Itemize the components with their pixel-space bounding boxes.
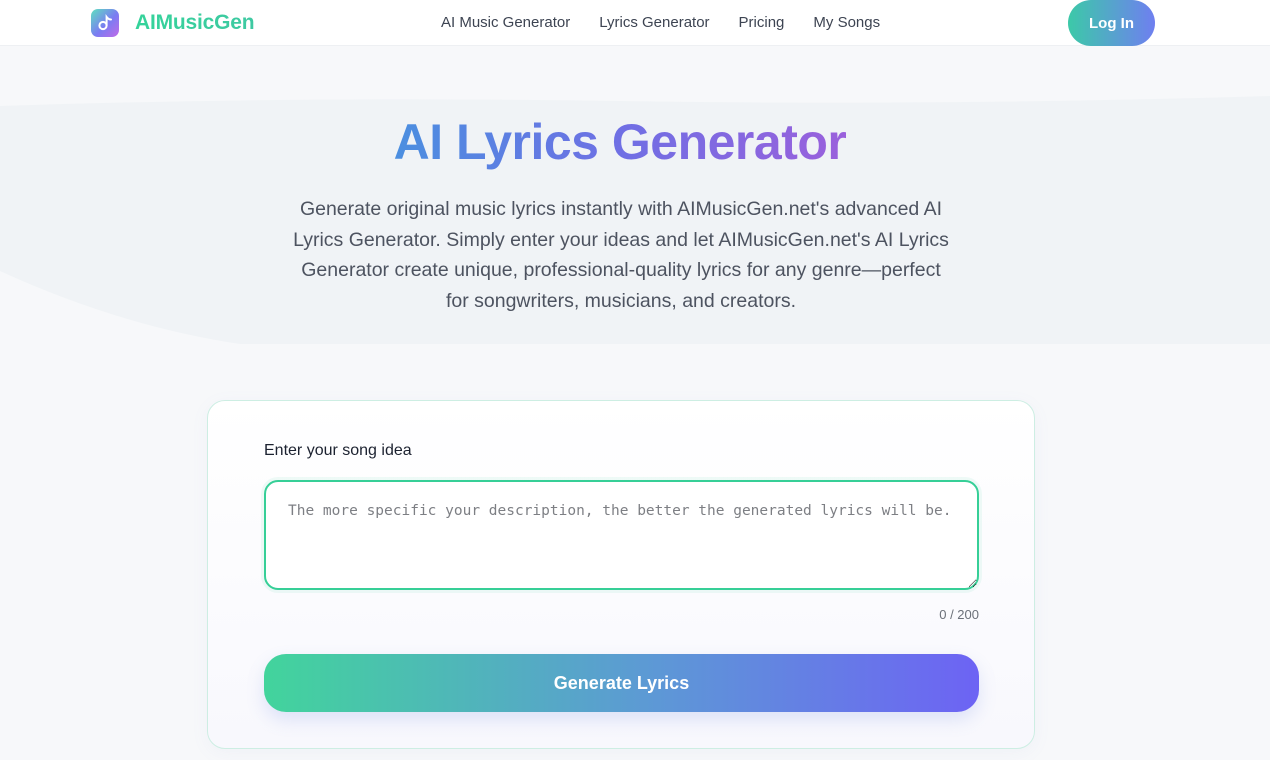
site-logo[interactable]: AIMusicGen <box>91 9 255 37</box>
lyrics-form-card: Enter your song idea 0 / 200 Generate Ly… <box>207 400 1035 749</box>
login-button[interactable]: Log In <box>1068 0 1155 46</box>
song-idea-label: Enter your song idea <box>264 442 412 459</box>
main-nav: AI Music Generator Lyrics Generator Pric… <box>441 14 880 31</box>
nav-my-songs[interactable]: My Songs <box>813 14 880 31</box>
generate-lyrics-button[interactable]: Generate Lyrics <box>264 654 979 712</box>
song-idea-input[interactable] <box>264 480 979 590</box>
character-counter: 0 / 200 <box>939 607 979 622</box>
page-title: AI Lyrics Generator <box>393 114 847 170</box>
logo-text: AIMusicGen <box>135 11 255 34</box>
nav-pricing[interactable]: Pricing <box>739 14 785 31</box>
music-note-app-icon <box>91 9 119 37</box>
hero-description: Generate original music lyrics instantly… <box>293 198 949 312</box>
nav-ai-music-generator[interactable]: AI Music Generator <box>441 14 570 31</box>
nav-lyrics-generator[interactable]: Lyrics Generator <box>599 14 709 31</box>
top-nav-bar: AIMusicGen AI Music Generator Lyrics Gen… <box>0 0 1270 46</box>
